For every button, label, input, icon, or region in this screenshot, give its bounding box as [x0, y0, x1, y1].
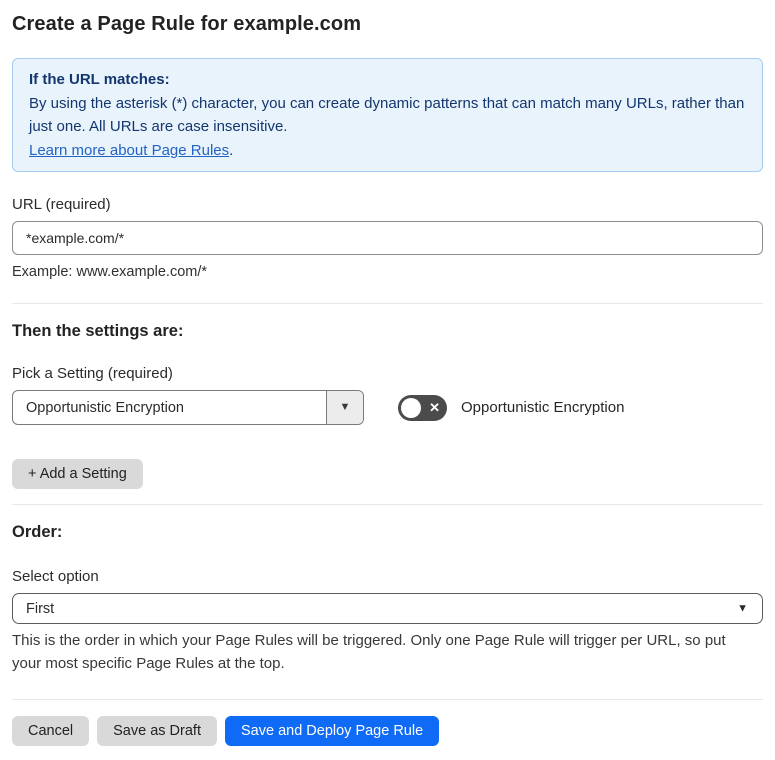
add-setting-button[interactable]: + Add a Setting — [12, 459, 143, 489]
pick-setting-label: Pick a Setting (required) — [12, 365, 173, 382]
url-field-label: URL (required) — [12, 196, 111, 213]
toggle-off-x-icon: ✕ — [429, 399, 440, 415]
setting-combobox[interactable]: Opportunistic Encryption ▼ — [12, 390, 364, 425]
toggle-knob — [401, 397, 421, 418]
info-heading: If the URL matches: — [29, 71, 170, 88]
settings-section-heading: Then the settings are: — [12, 322, 184, 340]
footer-actions: Cancel Save as Draft Save and Deploy Pag… — [12, 716, 763, 746]
order-select-label: Select option — [12, 568, 99, 585]
url-input[interactable] — [12, 221, 763, 255]
opportunistic-encryption-toggle[interactable]: ✕ — [398, 394, 447, 421]
info-link-line: Learn more about Page Rules. — [29, 139, 746, 163]
order-section-heading: Order: — [12, 523, 63, 541]
info-body: By using the asterisk (*) character, you… — [29, 94, 745, 136]
info-link-period: . — [229, 141, 234, 159]
setting-combobox-value: Opportunistic Encryption — [26, 399, 184, 416]
divider — [12, 504, 763, 505]
select-arrow-icon: ▼ — [737, 602, 748, 614]
order-select[interactable]: First ▼ — [12, 593, 763, 624]
cancel-button[interactable]: Cancel — [12, 716, 90, 746]
chevron-down-icon: ▼ — [339, 401, 351, 413]
save-as-draft-button[interactable]: Save as Draft — [97, 716, 217, 746]
page-title: Create a Page Rule for example.com — [12, 13, 362, 35]
toggle-label: Opportunistic Encryption — [461, 399, 625, 416]
divider — [12, 699, 763, 700]
order-helper-text: This is the order in which your Page Rul… — [12, 632, 726, 672]
url-match-info-callout: If the URL matches: By using the asteris… — [12, 58, 763, 172]
page-rule-form: Create a Page Rule for example.com If th… — [0, 0, 775, 760]
setting-picker-row: Opportunistic Encryption ▼ ✕ Opportunist… — [12, 390, 763, 425]
setting-toggle-group: ✕ Opportunistic Encryption — [398, 394, 625, 421]
setting-combobox-arrow-button[interactable]: ▼ — [326, 391, 363, 424]
url-example-helper: Example: www.example.com/* — [12, 264, 208, 280]
order-select-value: First — [26, 600, 55, 617]
save-and-deploy-button[interactable]: Save and Deploy Page Rule — [224, 716, 440, 746]
divider — [12, 303, 763, 304]
learn-more-link[interactable]: Learn more about Page Rules — [29, 142, 229, 159]
